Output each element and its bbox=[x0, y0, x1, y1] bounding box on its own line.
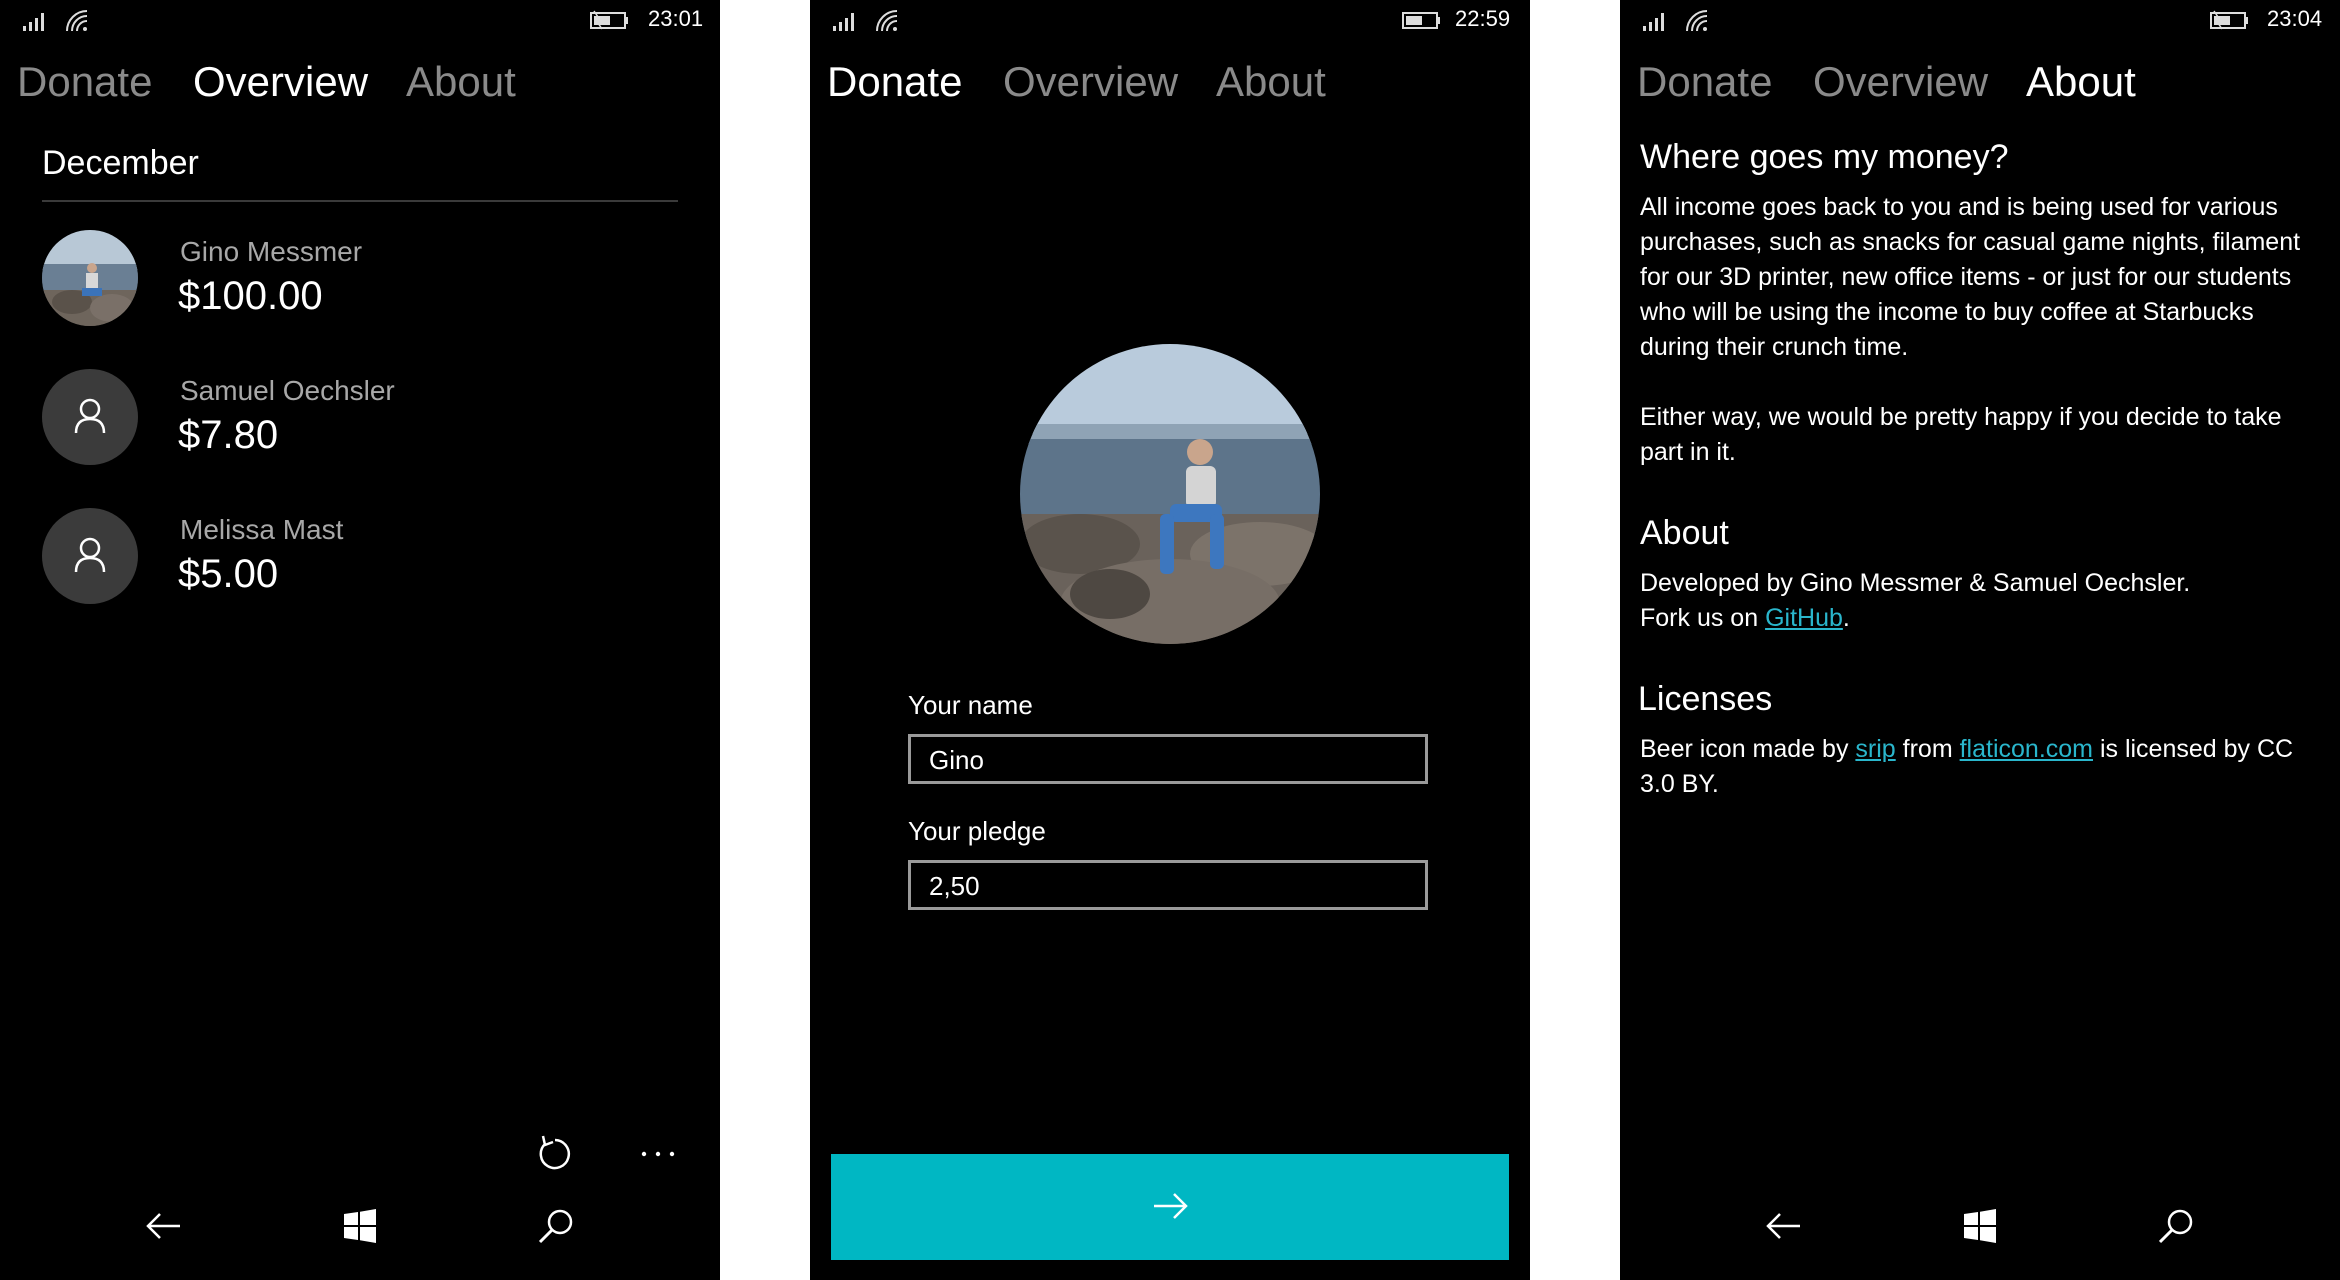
search-icon[interactable] bbox=[2154, 1204, 2198, 1248]
list-item[interactable]: Samuel Oechsler $7.80 bbox=[42, 369, 682, 479]
person-icon bbox=[74, 537, 106, 573]
back-icon[interactable] bbox=[1762, 1204, 1806, 1248]
pledge-label: Your pledge bbox=[908, 816, 1046, 846]
wifi-icon bbox=[66, 10, 88, 32]
pivot-header: Donate Overview About bbox=[810, 58, 1530, 118]
list-item[interactable]: Melissa Mast $5.00 bbox=[42, 508, 682, 618]
donor-photo bbox=[1020, 344, 1320, 644]
licenses-heading: Licenses bbox=[1638, 680, 1773, 718]
name-field[interactable]: Gino bbox=[908, 734, 1428, 784]
pivot-header: Donate Overview About bbox=[0, 58, 720, 118]
overview-screen: 23:01 Donate Overview About December Gin… bbox=[0, 0, 720, 1280]
navigation-bar bbox=[1620, 1170, 2340, 1280]
tab-overview[interactable]: Overview bbox=[1813, 58, 1988, 106]
fork-prefix: Fork us on bbox=[1640, 604, 1766, 632]
signal-icon bbox=[1643, 13, 1664, 31]
battery-charging-icon bbox=[2210, 10, 2248, 30]
windows-icon[interactable] bbox=[338, 1204, 382, 1248]
profile-photo bbox=[1020, 344, 1320, 644]
donor-amount: $5.00 bbox=[178, 552, 279, 596]
about-text: Developed by Gino Messmer & Samuel Oechs… bbox=[1640, 566, 2320, 636]
name-label: Your name bbox=[908, 690, 1033, 720]
donor-name: Melissa Mast bbox=[180, 514, 344, 545]
donor-amount: $100.00 bbox=[178, 274, 323, 318]
tab-overview[interactable]: Overview bbox=[1003, 58, 1178, 106]
month-heading: December bbox=[42, 144, 199, 182]
back-icon[interactable] bbox=[142, 1204, 186, 1248]
fork-line: Fork us on GitHub. bbox=[1640, 601, 2320, 636]
battery-charging-icon bbox=[590, 10, 628, 30]
search-icon[interactable] bbox=[534, 1204, 578, 1248]
tab-about[interactable]: About bbox=[1216, 58, 1326, 106]
tab-donate[interactable]: Donate bbox=[827, 58, 962, 106]
about-heading: About bbox=[1640, 514, 1729, 552]
avatar bbox=[42, 230, 138, 326]
person-icon bbox=[74, 398, 106, 434]
pivot-header: Donate Overview About bbox=[1620, 58, 2340, 118]
pledge-field[interactable]: 2,50 bbox=[908, 860, 1428, 910]
battery-icon bbox=[1402, 12, 1440, 29]
money-text-2: Either way, we would be pretty happy if … bbox=[1640, 403, 2282, 466]
flaticon-link[interactable]: flaticon.com bbox=[1960, 735, 2093, 763]
tab-overview[interactable]: Overview bbox=[193, 58, 368, 106]
avatar bbox=[42, 508, 138, 604]
developed-by: Developed by Gino Messmer & Samuel Oechs… bbox=[1640, 569, 2191, 597]
windows-icon[interactable] bbox=[1958, 1204, 2002, 1248]
signal-icon bbox=[833, 13, 854, 31]
clock: 23:04 bbox=[2267, 6, 2323, 31]
money-text: All income goes back to you and is being… bbox=[1640, 193, 2301, 361]
avatar bbox=[42, 369, 138, 465]
about-screen: 23:04 Donate Overview About Where goes m… bbox=[1620, 0, 2340, 1280]
donor-photo bbox=[42, 230, 138, 326]
status-bar: 23:01 bbox=[0, 0, 720, 40]
github-link[interactable]: GitHub bbox=[1765, 604, 1843, 632]
fork-suffix: . bbox=[1842, 604, 1850, 632]
clock: 22:59 bbox=[1455, 6, 1511, 31]
status-bar: 22:59 bbox=[810, 0, 1530, 40]
status-bar: 23:04 bbox=[1620, 0, 2340, 40]
tab-about[interactable]: About bbox=[406, 58, 516, 106]
donate-screen: 22:59 Donate Overview About Your name Gi… bbox=[810, 0, 1530, 1280]
tab-donate[interactable]: Donate bbox=[1637, 58, 1772, 106]
donor-name: Samuel Oechsler bbox=[180, 375, 395, 406]
license-mid: from bbox=[1895, 735, 1960, 763]
navigation-bar bbox=[0, 1170, 720, 1280]
license-prefix: Beer icon made by bbox=[1640, 735, 1856, 763]
donor-amount: $7.80 bbox=[178, 413, 279, 457]
clock: 23:01 bbox=[648, 6, 704, 31]
submit-donation-button[interactable] bbox=[831, 1154, 1509, 1260]
license-text: Beer icon made by srip from flaticon.com… bbox=[1640, 732, 2320, 802]
donor-name: Gino Messmer bbox=[180, 236, 363, 267]
tab-about[interactable]: About bbox=[2026, 58, 2136, 106]
tab-donate[interactable]: Donate bbox=[17, 58, 152, 106]
list-item[interactable]: Gino Messmer $100.00 bbox=[42, 230, 682, 340]
srip-link[interactable]: srip bbox=[1855, 735, 1895, 763]
wifi-icon bbox=[1686, 10, 1708, 32]
arrow-right-icon bbox=[1154, 1192, 1188, 1219]
money-heading: Where goes my money? bbox=[1640, 138, 2009, 176]
wifi-icon bbox=[876, 10, 898, 32]
signal-icon bbox=[23, 13, 44, 31]
divider bbox=[42, 200, 678, 202]
